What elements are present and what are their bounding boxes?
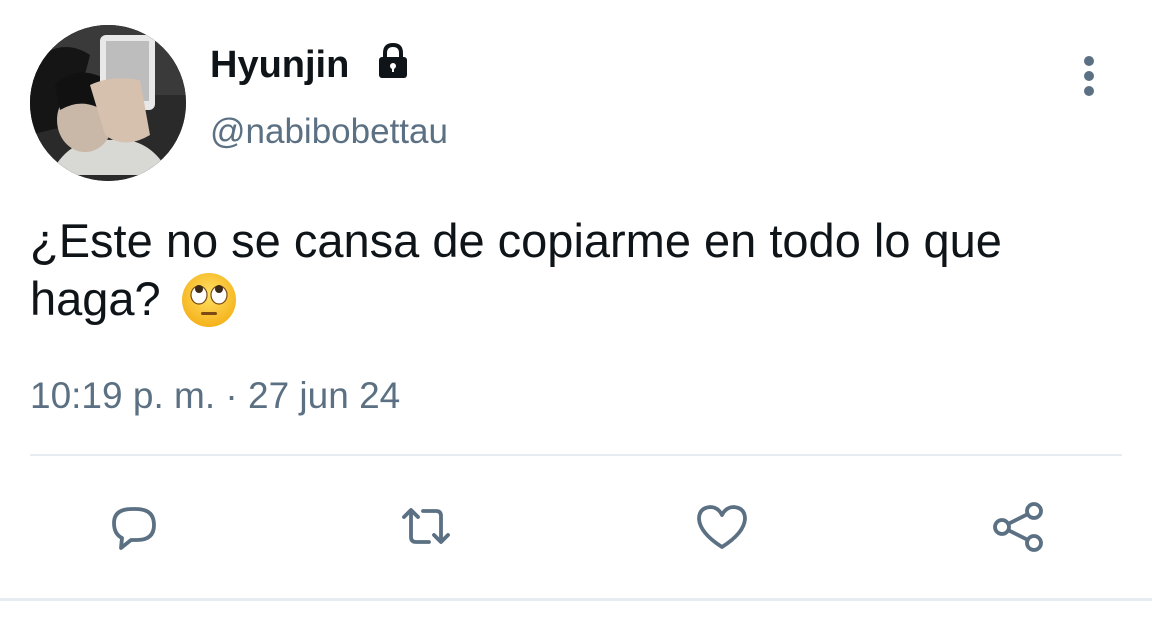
tweet-timestamp[interactable]: 10:19 p. m. · 27 jun 24 [30,375,400,417]
like-button[interactable] [692,497,752,557]
divider-bottom [0,598,1152,601]
display-name[interactable]: Hyunjin [210,44,349,87]
share-button[interactable] [988,497,1048,557]
tweet-body: ¿Este no se cansa de copiarme en todo lo… [30,214,1002,325]
divider [30,454,1122,456]
more-options-icon[interactable] [1070,52,1108,100]
user-handle[interactable]: @nabibobettau [210,112,448,152]
reply-button[interactable] [104,497,164,557]
avatar[interactable] [30,25,186,181]
comment-icon [112,507,156,550]
lock-icon [373,41,413,81]
tweet-text: ¿Este no se cansa de copiarme en todo lo… [30,212,1130,329]
share-icon [993,502,1043,552]
retweet-button[interactable] [396,497,456,557]
heart-icon [697,505,747,549]
tweet-detail: Hyunjin @nabibobettau ¿Este no se cansa … [0,0,1152,618]
retweet-icon [402,508,450,544]
face-with-rolling-eyes-icon [180,271,238,329]
